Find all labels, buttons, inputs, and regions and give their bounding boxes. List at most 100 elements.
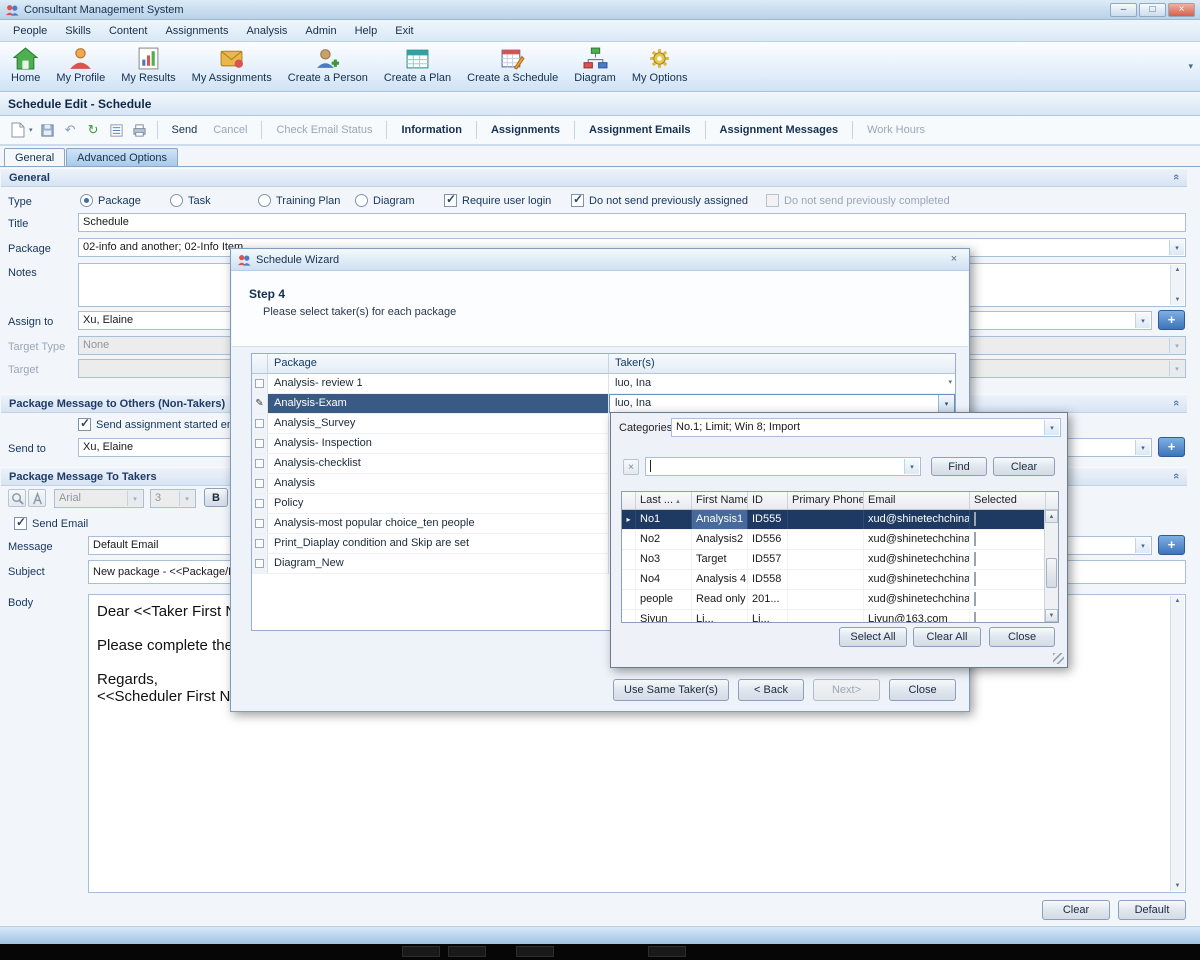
email-column-header[interactable]: Email (864, 492, 970, 509)
bold-button[interactable]: B (204, 488, 228, 507)
send-button[interactable]: Send (164, 120, 206, 140)
row-indicator[interactable] (252, 534, 268, 553)
package-column-header[interactable]: Package (268, 354, 609, 373)
close-button[interactable]: × (1168, 3, 1195, 17)
person-row[interactable]: No2 Analysis2 ID556 xud@shinetechchina..… (622, 530, 1058, 550)
print-icon[interactable] (130, 121, 149, 140)
toolbar-my-results[interactable]: My Results (113, 44, 183, 90)
clear-all-button[interactable]: Clear All (913, 627, 981, 647)
toolbar-overflow-icon[interactable]: ▾ (1184, 57, 1197, 76)
selected-checkbox[interactable] (974, 592, 976, 606)
checkbox-icon[interactable] (14, 517, 27, 530)
selected-checkbox[interactable] (974, 552, 976, 566)
selected-checkbox[interactable] (974, 572, 976, 586)
last-name-column-header[interactable]: Last ...▲ (636, 492, 692, 509)
row-indicator[interactable] (252, 454, 268, 473)
person-row[interactable]: Siyun Li... Li... Liyun@163.com (622, 610, 1058, 623)
row-indicator[interactable] (252, 374, 268, 393)
message-add-button[interactable]: + (1158, 535, 1185, 555)
toolbar-create-person[interactable]: Create a Person (280, 44, 376, 90)
font-button-small[interactable] (28, 489, 46, 507)
find-button-small[interactable] (8, 489, 26, 507)
radio-icon[interactable] (355, 194, 368, 207)
selected-checkbox[interactable] (974, 512, 976, 526)
menu-content[interactable]: Content (100, 21, 157, 41)
checkbox-send-email[interactable]: Send Email (14, 517, 88, 530)
radio-task[interactable]: Task (170, 194, 211, 207)
package-row[interactable]: ✎ Analysis-Exam luo, Ina ▾ (252, 394, 955, 414)
menu-exit[interactable]: Exit (386, 21, 422, 41)
assignments-button[interactable]: Assignments (483, 120, 568, 140)
radio-diagram[interactable]: Diagram (355, 194, 415, 207)
information-button[interactable]: Information (393, 120, 470, 140)
scroll-up-icon[interactable]: ▲ (1171, 265, 1184, 275)
title-input[interactable]: Schedule (78, 213, 1186, 232)
refresh-icon[interactable]: ↻ (84, 121, 103, 140)
selected-checkbox[interactable] (974, 612, 976, 623)
package-row[interactable]: Analysis- review 1 luo, Ina ▾ (252, 374, 955, 394)
body-scrollbar[interactable]: ▲ ▼ (1170, 596, 1184, 891)
row-indicator[interactable] (252, 554, 268, 573)
takers-column-header[interactable]: Taker(s) (609, 354, 955, 373)
scroll-up-icon[interactable]: ▲ (1045, 510, 1058, 523)
row-checkbox[interactable] (255, 539, 264, 548)
row-checkbox[interactable] (255, 519, 264, 528)
select-all-button[interactable]: Select All (839, 627, 907, 647)
row-indicator[interactable] (252, 494, 268, 513)
clear-button[interactable]: Clear (993, 457, 1055, 476)
dropdown-icon[interactable]: ▾ (1135, 538, 1150, 553)
send-to-add-person-button[interactable]: + (1158, 437, 1185, 457)
save-icon[interactable] (38, 121, 57, 140)
row-indicator[interactable]: ✎ (252, 394, 268, 413)
checkbox-require-user-login[interactable]: Require user login (444, 194, 551, 207)
row-checkbox[interactable] (255, 559, 264, 568)
toolbar-create-schedule[interactable]: Create a Schedule (459, 44, 566, 90)
checkbox-icon[interactable] (78, 418, 91, 431)
first-name-column-header[interactable]: First Name (692, 492, 748, 509)
assign-to-add-person-button[interactable]: + (1158, 310, 1185, 330)
menu-analysis[interactable]: Analysis (237, 21, 296, 41)
new-document-icon[interactable] (8, 121, 27, 140)
picker-close-button[interactable]: Close (989, 627, 1055, 647)
person-row[interactable]: ▸ No1 Analysis1 ID555 xud@shinetechchina… (622, 510, 1058, 530)
default-button[interactable]: Default (1118, 900, 1186, 920)
checkbox-icon[interactable] (444, 194, 457, 207)
row-indicator[interactable] (252, 514, 268, 533)
toolbar-my-profile[interactable]: My Profile (48, 44, 113, 90)
radio-icon[interactable] (80, 194, 93, 207)
selected-column-header[interactable]: Selected (970, 492, 1046, 509)
row-checkbox[interactable] (255, 439, 264, 448)
row-checkbox[interactable] (255, 499, 264, 508)
search-combobox[interactable]: ▾ (645, 457, 921, 476)
dropdown-icon[interactable]: ▾ (904, 459, 919, 474)
toolbar-create-plan[interactable]: Create a Plan (376, 44, 459, 90)
taskbar-item[interactable] (448, 946, 486, 957)
taskbar-item[interactable] (402, 946, 440, 957)
new-dropdown-icon[interactable]: ▾ (29, 126, 33, 134)
use-same-takers-button[interactable]: Use Same Taker(s) (613, 679, 729, 701)
clear-search-icon[interactable]: × (623, 459, 639, 475)
person-row[interactable]: people Read only 201... xud@shinetechchi… (622, 590, 1058, 610)
menu-assignments[interactable]: Assignments (156, 21, 237, 41)
maximize-button[interactable]: □ (1139, 3, 1166, 17)
checkbox-icon[interactable] (571, 194, 584, 207)
id-column-header[interactable]: ID (748, 492, 788, 509)
scrollbar-thumb[interactable] (1046, 558, 1057, 588)
notes-scrollbar[interactable]: ▲ ▼ (1170, 265, 1184, 305)
assignment-emails-button[interactable]: Assignment Emails (581, 120, 698, 140)
taskbar-item[interactable] (648, 946, 686, 957)
undo-icon[interactable]: ↶ (61, 121, 80, 140)
menu-skills[interactable]: Skills (56, 21, 100, 41)
clear-button[interactable]: Clear (1042, 900, 1110, 920)
menu-people[interactable]: People (4, 21, 56, 41)
resize-grip[interactable] (1053, 653, 1064, 664)
radio-package[interactable]: Package (80, 194, 141, 207)
scroll-up-icon[interactable]: ▲ (1171, 596, 1184, 606)
radio-icon[interactable] (170, 194, 183, 207)
dropdown-icon[interactable]: ▾ (938, 395, 954, 412)
menu-admin[interactable]: Admin (296, 21, 345, 41)
dropdown-icon[interactable]: ▾ (1169, 240, 1184, 255)
tab-general[interactable]: General (4, 148, 65, 166)
scroll-down-icon[interactable]: ▼ (1171, 881, 1184, 891)
assignment-messages-button[interactable]: Assignment Messages (712, 120, 847, 140)
